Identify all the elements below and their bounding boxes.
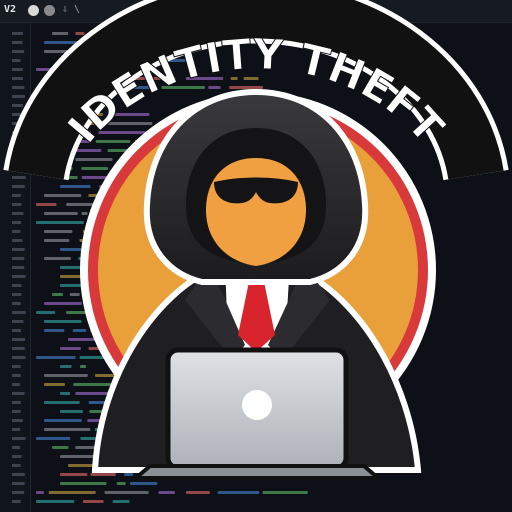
logo-scene: V2 ⇩ \ IDENTITY THEFT xyxy=(0,0,512,512)
identity-theft-emblem: IDENTITY THEFT xyxy=(3,0,509,480)
laptop-logo-dot xyxy=(242,390,272,420)
laptop-icon xyxy=(130,347,384,480)
laptop-base xyxy=(130,464,384,480)
